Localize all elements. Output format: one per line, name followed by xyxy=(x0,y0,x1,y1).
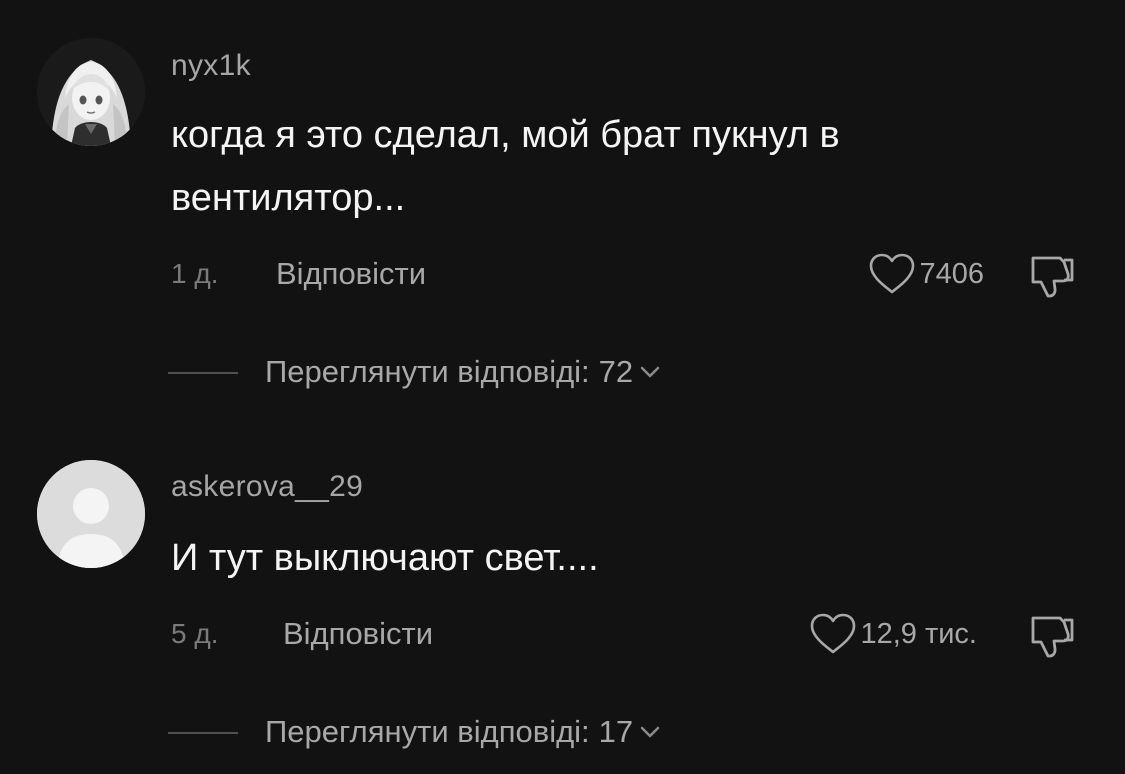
comment-timestamp: 5 д. xyxy=(171,618,219,649)
comment-text: И тут выключают свет.... xyxy=(171,537,599,579)
reply-button[interactable]: Відповісти xyxy=(276,256,426,292)
dislike-button[interactable] xyxy=(1024,612,1078,660)
like-count: 7406 xyxy=(919,257,984,290)
heart-icon xyxy=(870,253,915,294)
comment-actions: 5 д. Відповісти 12,9 тис. xyxy=(0,612,1125,658)
thumbs-down-icon xyxy=(1031,256,1074,298)
comment-item: nyx1k когда я это сделал, мой брат пукну… xyxy=(0,0,1125,420)
divider xyxy=(168,732,238,734)
like-button[interactable]: 12,9 тис. xyxy=(808,612,977,656)
chevron-down-icon xyxy=(640,726,660,738)
view-replies-button[interactable]: Переглянути відповіді: 17 xyxy=(265,710,663,754)
replies-count: 72 xyxy=(598,354,634,389)
like-button[interactable]: 7406 xyxy=(867,252,984,296)
comment-username[interactable]: askerova__29 xyxy=(171,470,363,504)
view-replies-row: Переглянути відповіді: 72 xyxy=(0,350,1125,394)
view-replies-label: Переглянути відповіді: xyxy=(265,714,590,749)
chevron-down-icon xyxy=(640,366,660,378)
dislike-button[interactable] xyxy=(1024,252,1078,300)
thumbs-down-icon xyxy=(1031,616,1074,658)
replies-count: 17 xyxy=(598,714,634,749)
comment-actions: 1 д. Відповісти 7406 xyxy=(0,252,1125,298)
view-replies-button[interactable]: Переглянути відповіді: 72 xyxy=(265,350,663,394)
anime-avatar-icon xyxy=(37,38,145,146)
reply-button[interactable]: Відповісти xyxy=(283,616,433,652)
divider xyxy=(168,372,238,374)
avatar[interactable] xyxy=(37,38,145,146)
avatar[interactable] xyxy=(37,460,145,568)
view-replies-row: Переглянути відповіді: 17 xyxy=(0,710,1125,754)
default-user-avatar-icon xyxy=(37,460,145,568)
comment-username[interactable]: nyx1k xyxy=(171,49,251,83)
heart-icon xyxy=(811,613,856,654)
comment-timestamp: 1 д. xyxy=(171,258,219,289)
comment-item: askerova__29 И тут выключают свет.... 5 … xyxy=(0,440,1125,774)
view-replies-label: Переглянути відповіді: xyxy=(265,354,590,389)
like-count: 12,9 тис. xyxy=(860,617,977,650)
comment-text: когда я это сделал, мой брат пукнул в ве… xyxy=(171,114,840,219)
